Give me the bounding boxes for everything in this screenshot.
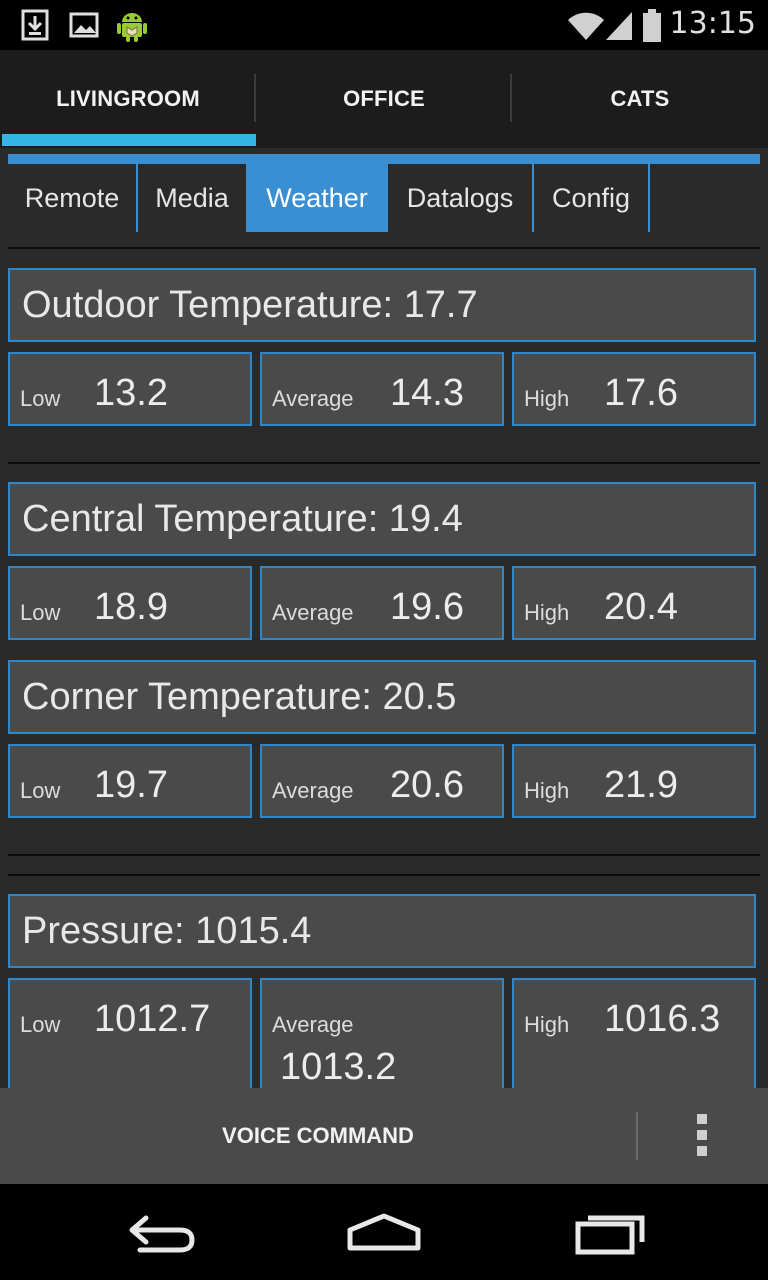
subtab-bar: Remote Media Weather Datalogs Config xyxy=(8,164,650,232)
central-low-stat: Low 18.9 xyxy=(8,566,252,640)
stat-label: High xyxy=(524,386,570,411)
signal-icon xyxy=(604,8,634,42)
stat-label: Average xyxy=(272,600,354,625)
outdoor-temperature-title: Outdoor Temperature: 17.7 xyxy=(8,268,756,342)
top-tab-bar: LIVINGROOM OFFICE CATS xyxy=(0,50,768,148)
corner-high-stat: High 21.9 xyxy=(512,744,756,818)
stat-value: 13.2 xyxy=(94,372,168,414)
divider xyxy=(8,247,760,249)
stat-value: 21.9 xyxy=(604,764,678,806)
stat-label: Average xyxy=(272,778,354,803)
download-icon xyxy=(20,8,54,42)
divider xyxy=(8,854,760,856)
stat-label: High xyxy=(524,778,570,803)
bottom-action-bar: VOICE COMMAND xyxy=(0,1088,768,1184)
corner-temperature-title: Corner Temperature: 20.5 xyxy=(8,660,756,734)
android-icon xyxy=(114,8,148,42)
system-nav-bar xyxy=(0,1184,768,1280)
outdoor-average-stat: Average 14.3 xyxy=(260,352,504,426)
stat-value: 19.6 xyxy=(390,586,464,628)
pressure-high-stat: High 1016.3 xyxy=(512,978,756,1088)
status-bar: 13:15 xyxy=(0,0,768,50)
back-icon[interactable] xyxy=(110,1206,210,1258)
voice-command-button[interactable]: VOICE COMMAND xyxy=(0,1088,636,1184)
stat-label: High xyxy=(524,600,570,625)
subtab-datalogs[interactable]: Datalogs xyxy=(388,164,534,232)
weather-content[interactable]: Remote Media Weather Datalogs Config Out… xyxy=(0,148,768,1088)
pressure-average-stat: Average 1013.2 xyxy=(260,978,504,1088)
home-icon[interactable] xyxy=(334,1206,434,1258)
stat-value: 20.4 xyxy=(604,586,678,628)
central-high-stat: High 20.4 xyxy=(512,566,756,640)
stat-label: Low xyxy=(20,1012,61,1037)
tab-livingroom-label: LIVINGROOM xyxy=(56,86,200,111)
action-bar-divider xyxy=(636,1112,638,1160)
stat-label: Low xyxy=(20,600,61,625)
subtab-media[interactable]: Media xyxy=(138,164,248,232)
battery-icon xyxy=(640,8,666,42)
tab-cats[interactable]: CATS xyxy=(512,50,768,148)
stat-value: 18.9 xyxy=(94,586,168,628)
wifi-icon xyxy=(566,8,606,42)
stat-value: 20.6 xyxy=(390,764,464,806)
stat-value: 1012.7 xyxy=(94,998,211,1040)
central-temperature-title: Central Temperature: 19.4 xyxy=(8,482,756,556)
more-vert-icon[interactable] xyxy=(690,1114,714,1160)
image-icon xyxy=(68,8,102,42)
central-average-stat: Average 19.6 xyxy=(260,566,504,640)
tab-office[interactable]: OFFICE xyxy=(256,50,512,148)
stat-value: 1016.3 xyxy=(604,998,721,1040)
corner-average-stat: Average 20.6 xyxy=(260,744,504,818)
stat-value: 1013.2 xyxy=(280,1046,397,1088)
selected-tab-indicator xyxy=(2,134,256,146)
clock: 13:15 xyxy=(669,6,756,41)
pressure-title: Pressure: 1015.4 xyxy=(8,894,756,968)
stat-value: 19.7 xyxy=(94,764,168,806)
stat-label: Average xyxy=(272,1012,354,1037)
stat-label: High xyxy=(524,1012,570,1037)
outdoor-high-stat: High 17.6 xyxy=(512,352,756,426)
outdoor-low-stat: Low 13.2 xyxy=(8,352,252,426)
divider xyxy=(8,874,760,876)
stat-value: 17.6 xyxy=(604,372,678,414)
tab-cats-label: CATS xyxy=(610,86,670,111)
stat-value: 14.3 xyxy=(390,372,464,414)
voice-command-label: VOICE COMMAND xyxy=(222,1123,414,1148)
pressure-low-stat: Low 1012.7 xyxy=(8,978,252,1088)
divider xyxy=(8,462,760,464)
subtab-weather[interactable]: Weather xyxy=(248,164,388,232)
stat-label: Average xyxy=(272,386,354,411)
subtab-remote[interactable]: Remote xyxy=(8,164,138,232)
tab-office-label: OFFICE xyxy=(343,86,425,111)
subtab-bar-accent xyxy=(8,154,760,164)
recents-icon[interactable] xyxy=(562,1206,662,1258)
subtab-config[interactable]: Config xyxy=(534,164,650,232)
stat-label: Low xyxy=(20,778,61,803)
stat-label: Low xyxy=(20,386,61,411)
corner-low-stat: Low 19.7 xyxy=(8,744,252,818)
